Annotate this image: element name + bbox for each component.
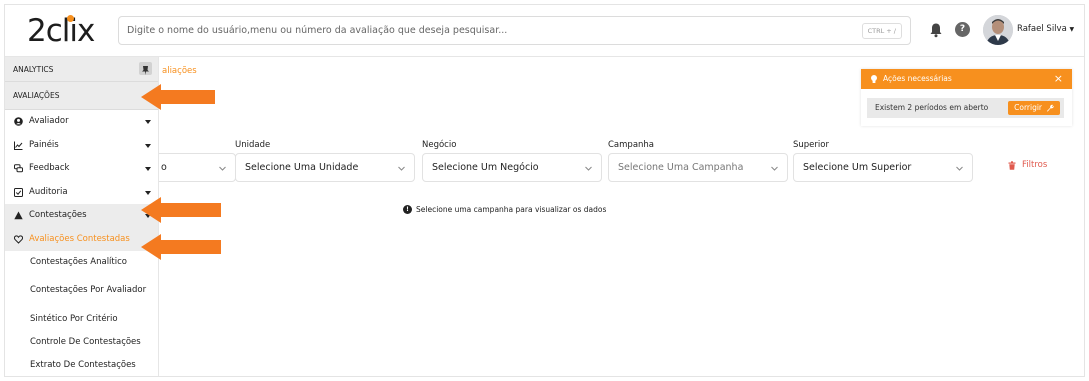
sidebar-subitem-label: Avaliações Contestadas	[29, 233, 130, 244]
filter-label-unidade: Unidade	[235, 140, 271, 150]
filter-label-superior: Superior	[793, 140, 829, 150]
chevron-down-icon	[145, 167, 151, 171]
user-name: Rafael Silva	[1017, 24, 1067, 34]
select-campanha[interactable]: Selecione Uma Campanha	[608, 153, 788, 182]
info-message: ! Selecione uma campanha para visualizar…	[403, 205, 606, 214]
arrow-annotation-avaliacoes	[141, 84, 215, 110]
sidebar-subitem-contestacoes-analitico[interactable]: Contestações Analítico	[5, 251, 158, 274]
select-superior[interactable]: Selecione Um Superior	[793, 153, 973, 182]
sidebar-subitem-label: Extrato De Contestações	[30, 359, 136, 370]
chevron-down-icon	[956, 166, 963, 171]
info-text: Selecione uma campanha para visualizar o…	[416, 205, 607, 214]
select-unidade[interactable]: Selecione Uma Unidade	[235, 153, 415, 182]
sidebar: ANALYTICS AVALIAÇÕES Avaliador Painéis F…	[5, 57, 159, 377]
sidebar-subitem-sintetico-por-criterio[interactable]: Sintético Por Critério	[5, 308, 158, 331]
sidebar-subitem-label: Contestações Por Avaliador	[30, 285, 147, 295]
filter-label-negocio: Negócio	[422, 140, 457, 150]
sidebar-section-label: ANALYTICS	[13, 65, 54, 74]
logo-text: 2clix	[27, 13, 95, 49]
fix-button-label: Corrigir	[1014, 103, 1042, 112]
user-circle-icon	[14, 117, 23, 127]
sidebar-subitem-label: Contestações Analítico	[30, 256, 127, 267]
lightbulb-icon	[871, 75, 877, 83]
sidebar-item-avaliador[interactable]: Avaliador	[5, 110, 158, 134]
pin-icon[interactable]	[139, 62, 152, 75]
breadcrumb[interactable]: aliações	[162, 66, 197, 76]
sidebar-subitem-controle-de-contestacoes[interactable]: Controle De Contestações	[5, 331, 158, 354]
sidebar-item-label: Contestações	[29, 210, 87, 220]
user-photo-icon	[983, 15, 1013, 45]
alert-title: Ações necessárias	[883, 74, 952, 83]
sidebar-item-label: Painéis	[29, 139, 59, 150]
bell-icon[interactable]	[929, 22, 943, 38]
alert-message: Existem 2 períodos em aberto Corrigir	[867, 98, 1064, 118]
sidebar-section-analytics[interactable]: ANALYTICS	[5, 57, 158, 82]
sidebar-item-label: Auditoria	[29, 186, 68, 197]
arrow-annotation-contestacoes	[141, 197, 221, 223]
chevron-down-icon	[145, 120, 151, 124]
help-icon[interactable]: ?	[955, 22, 970, 37]
close-icon[interactable]: ×	[1054, 69, 1063, 89]
filters-button[interactable]: Filtros	[1008, 160, 1047, 170]
sidebar-subitem-extrato-de-contestacoes[interactable]: Extrato De Contestações	[5, 354, 158, 377]
warning-icon	[14, 211, 23, 220]
select-value: Selecione Uma Unidade	[245, 162, 359, 173]
sidebar-subitem-contestacoes-por-avaliador[interactable]: Contestações Por Avaliador	[5, 274, 150, 308]
select-value: Selecione Um Superior	[803, 162, 912, 173]
chevron-down-icon	[145, 143, 151, 148]
user-menu[interactable]: Rafael Silva ▼	[1017, 24, 1074, 34]
search-box[interactable]: CTRL + /	[118, 16, 911, 45]
logo[interactable]: 2clix	[27, 11, 95, 51]
sidebar-item-auditoria[interactable]: Auditoria	[5, 181, 158, 205]
alert-message-text: Existem 2 períodos em aberto	[875, 103, 989, 112]
sidebar-item-paineis[interactable]: Painéis	[5, 134, 158, 158]
logo-dot	[67, 15, 74, 22]
arrow-annotation-avaliacoes-contestadas	[141, 234, 221, 260]
sidebar-section-avaliacoes[interactable]: AVALIAÇÕES	[5, 82, 158, 110]
chart-line-icon	[14, 141, 23, 150]
top-bar: 2clix CTRL + / ? Rafael Silva ▼	[5, 5, 1084, 57]
sidebar-item-label: Avaliador	[29, 116, 69, 126]
wrench-icon	[1047, 104, 1054, 112]
chevron-down-icon	[398, 166, 405, 171]
select-value: Selecione Uma Campanha	[618, 162, 744, 173]
chevron-down-icon	[219, 166, 226, 171]
sidebar-item-label: Feedback	[29, 163, 70, 173]
shortcut-hint: CTRL + /	[861, 23, 902, 39]
filter-label-campanha: Campanha	[608, 140, 655, 150]
avatar[interactable]	[983, 15, 1013, 45]
app-window: 2clix CTRL + / ? Rafael Silva ▼	[4, 4, 1085, 377]
sidebar-subitem-avaliacoes-contestadas[interactable]: Avaliações Contestadas	[5, 227, 158, 251]
chat-icon	[14, 164, 23, 173]
chevron-down-icon	[771, 166, 778, 171]
sidebar-item-contestacoes[interactable]: Contestações	[5, 204, 158, 228]
sidebar-section-label: AVALIAÇÕES	[13, 91, 60, 100]
fix-button[interactable]: Corrigir	[1008, 101, 1060, 115]
select-value: Selecione Um Negócio	[432, 162, 539, 173]
info-icon: !	[403, 205, 412, 214]
chevron-down-icon	[145, 190, 151, 195]
sidebar-subitem-label: Sintético Por Critério	[30, 313, 118, 324]
filters-label: Filtros	[1022, 160, 1048, 170]
sidebar-subitem-label: Controle De Contestações	[30, 336, 141, 347]
chevron-down-icon: ▼	[1069, 26, 1075, 33]
checkbox-icon	[14, 187, 23, 197]
select-negocio[interactable]: Selecione Um Negócio	[422, 153, 602, 182]
chevron-down-icon	[585, 166, 592, 171]
trash-icon	[1008, 160, 1016, 170]
alert-header: Ações necessárias ×	[861, 69, 1072, 89]
actions-alert: Ações necessárias × Existem 2 períodos e…	[861, 69, 1072, 126]
heart-icon	[14, 234, 23, 244]
sidebar-item-feedback[interactable]: Feedback	[5, 157, 158, 181]
search-input[interactable]	[119, 17, 839, 44]
